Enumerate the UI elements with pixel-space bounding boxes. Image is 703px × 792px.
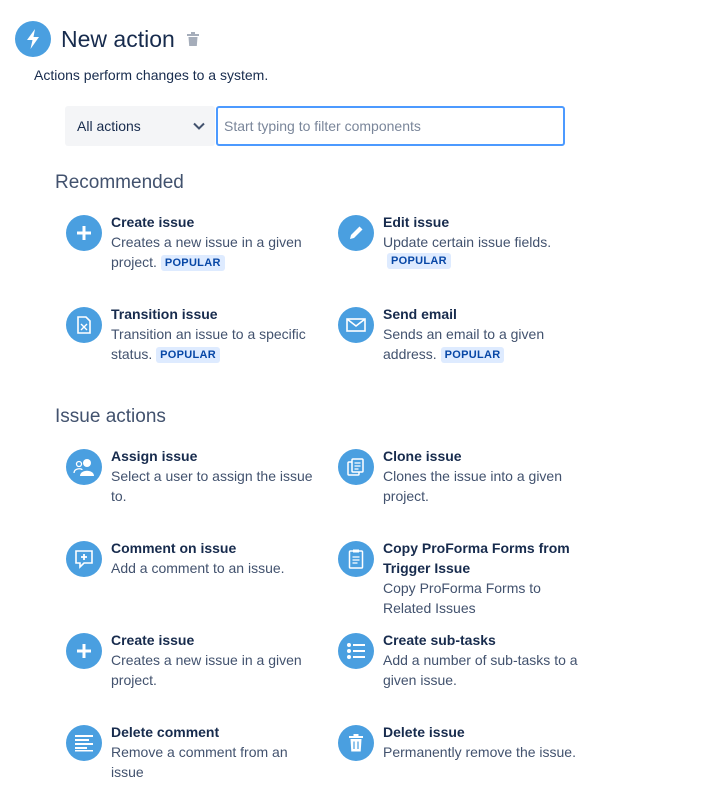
assign-user-icon <box>66 449 102 485</box>
page-title: New action <box>61 25 175 52</box>
popular-badge: POPULAR <box>160 255 225 271</box>
action-send-email[interactable]: Send email Sends an email to a given add… <box>338 304 588 364</box>
popular-badge: POPULAR <box>440 347 505 363</box>
action-description: Remove a comment from an issue <box>111 744 288 780</box>
action-delete-issue[interactable]: Delete issue Permanently remove the issu… <box>338 722 588 762</box>
action-type-select[interactable]: All actions <box>65 106 215 146</box>
action-delete-comment[interactable]: Delete comment Remove a comment from an … <box>66 722 316 782</box>
action-description: Permanently remove the issue. <box>383 744 576 760</box>
action-assign-issue[interactable]: Assign issue Select a user to assign the… <box>66 446 316 506</box>
action-name: Create issue <box>111 214 195 230</box>
action-description: Creates a new issue in a given project. <box>111 652 302 688</box>
recommended-heading: Recommended <box>55 172 184 193</box>
delete-trash-icon[interactable] <box>186 32 199 46</box>
action-name: Create issue <box>111 632 195 648</box>
action-transition-issue[interactable]: Transition issue Transition an issue to … <box>66 304 316 364</box>
action-create-issue[interactable]: Create issue Creates a new issue in a gi… <box>66 630 316 690</box>
action-name: Transition issue <box>111 306 218 322</box>
action-description: Copy ProForma Forms to Related Issues <box>383 580 541 616</box>
action-name: Copy ProForma Forms from Trigger Issue <box>383 540 570 576</box>
page-subtitle: Actions perform changes to a system. <box>34 67 269 83</box>
action-edit-issue[interactable]: Edit issue Update certain issue fields. … <box>338 212 588 270</box>
popular-badge: POPULAR <box>156 347 221 363</box>
comment-add-icon <box>66 541 102 577</box>
issue-actions-heading: Issue actions <box>55 406 166 427</box>
plus-icon <box>66 633 102 669</box>
page-header: New action <box>15 19 199 59</box>
action-name: Assign issue <box>111 448 198 464</box>
text-lines-icon <box>66 725 102 761</box>
action-name: Comment on issue <box>111 540 237 556</box>
pencil-icon <box>338 215 374 251</box>
action-description: Update certain issue fields. <box>383 234 552 250</box>
action-name: Send email <box>383 306 457 322</box>
action-clone-issue[interactable]: Clone issue Clones the issue into a give… <box>338 446 588 506</box>
action-description: Select a user to assign the issue to. <box>111 468 313 504</box>
action-comment-on-issue[interactable]: Comment on issue Add a comment to an iss… <box>66 538 316 578</box>
clone-icon <box>338 449 374 485</box>
form-icon <box>338 541 374 577</box>
action-copy-proforma-forms[interactable]: Copy ProForma Forms from Trigger Issue C… <box>338 538 588 618</box>
plus-icon <box>66 215 102 251</box>
action-name: Edit issue <box>383 214 450 230</box>
trash-icon <box>338 725 374 761</box>
action-description: Add a comment to an issue. <box>111 560 285 576</box>
component-filter-input[interactable] <box>216 106 565 146</box>
filter-bar: All actions <box>65 106 565 146</box>
chevron-down-icon <box>193 122 205 130</box>
list-icon <box>338 633 374 669</box>
transition-icon <box>66 307 102 343</box>
action-create-issue-recommended[interactable]: Create issue Creates a new issue in a gi… <box>66 212 316 272</box>
action-description: Clones the issue into a given project. <box>383 468 562 504</box>
action-name: Delete issue <box>383 724 465 740</box>
action-name: Create sub-tasks <box>383 632 496 648</box>
action-name: Clone issue <box>383 448 462 464</box>
lightning-bolt-icon <box>15 21 51 57</box>
action-description: Add a number of sub-tasks to a given iss… <box>383 652 578 688</box>
envelope-icon <box>338 307 374 343</box>
action-type-select-value: All actions <box>77 118 141 134</box>
popular-badge: POPULAR <box>387 253 451 269</box>
action-create-sub-tasks[interactable]: Create sub-tasks Add a number of sub-tas… <box>338 630 588 690</box>
action-name: Delete comment <box>111 724 220 740</box>
